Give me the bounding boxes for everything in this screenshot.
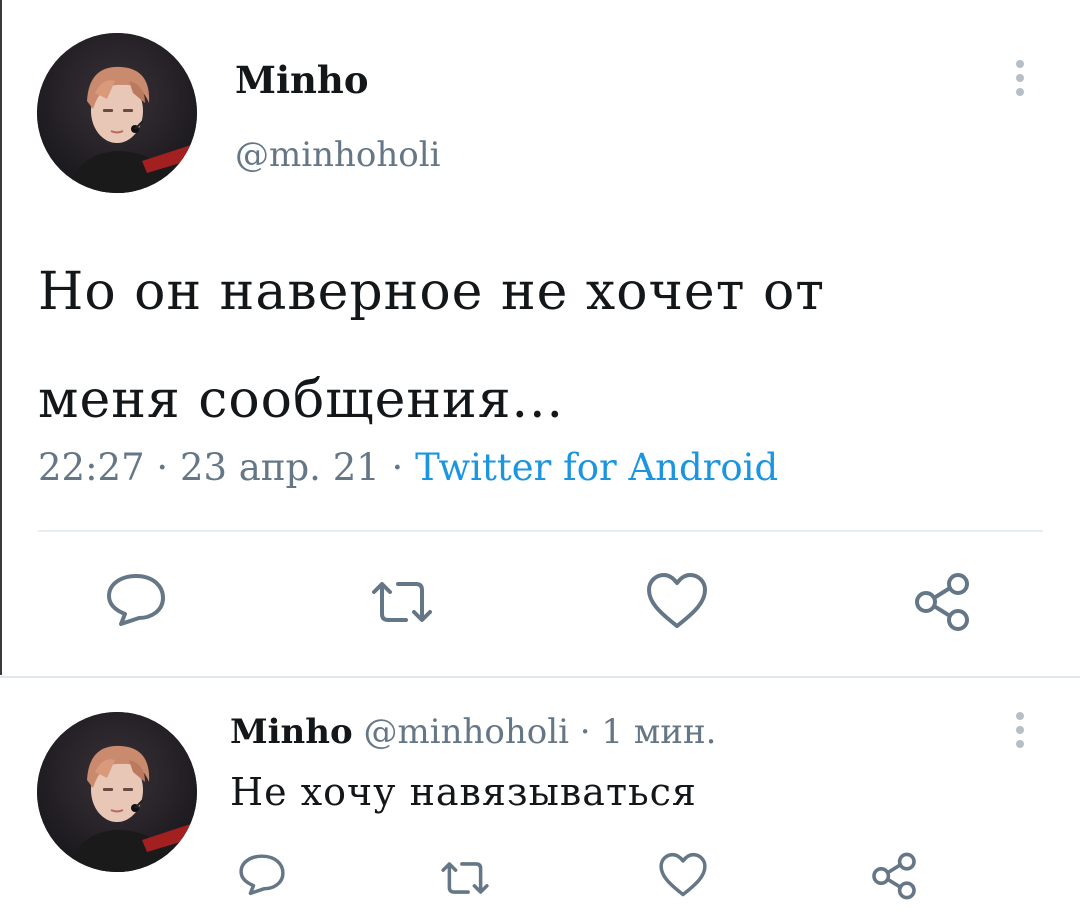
reply-bubble-icon <box>107 574 165 626</box>
reply-button[interactable] <box>238 852 286 896</box>
retweet-button[interactable] <box>440 860 490 896</box>
tweet-text-line: Но он наверное не хочет от <box>38 262 826 322</box>
tweet-time: 22:27 <box>38 446 145 489</box>
tweet-date: 23 апр. 21 <box>179 446 380 489</box>
share-button[interactable] <box>870 852 918 900</box>
display-name[interactable]: Minho <box>235 58 369 102</box>
reply-button[interactable] <box>105 572 167 626</box>
retweet-icon <box>372 582 432 622</box>
reply-header: Minho @minhoholi · 1 мин. <box>230 712 716 752</box>
avatar-photo-icon <box>37 712 197 872</box>
heart-icon <box>647 573 707 628</box>
tweet-source-link[interactable]: Twitter for Android <box>415 446 778 489</box>
more-vertical-icon[interactable] <box>1010 712 1030 762</box>
share-icon <box>915 573 969 631</box>
section-divider <box>0 676 1080 678</box>
like-button[interactable] <box>658 852 708 898</box>
avatar-photo-icon <box>37 33 197 193</box>
retweet-icon <box>441 862 489 894</box>
meta-separator: · <box>379 446 416 489</box>
tweet-text: Но он наверное не хочет от меня сообщени… <box>38 238 1038 454</box>
tweet-time-ago: 1 мин. <box>601 712 717 752</box>
more-vertical-icon[interactable] <box>1010 60 1030 110</box>
retweet-button[interactable] <box>370 580 434 624</box>
divider <box>38 530 1043 532</box>
tweet-text-line: меня сообщения... <box>38 370 565 430</box>
avatar[interactable] <box>37 33 197 193</box>
tweet-text: Не хочу навязываться <box>230 770 697 814</box>
main-tweet: Minho @minhoholi Но он наверное не хочет… <box>0 0 1080 676</box>
display-name[interactable]: Minho <box>230 712 353 752</box>
heart-icon <box>659 852 707 897</box>
reply-bubble-icon <box>239 854 285 896</box>
tweet-meta: 22:27 · 23 апр. 21 · Twitter for Android <box>38 446 778 489</box>
user-handle[interactable]: @minhoholi <box>235 135 441 175</box>
meta-separator: · <box>144 446 180 489</box>
meta-separator: · <box>568 712 602 752</box>
share-button[interactable] <box>912 572 972 632</box>
like-button[interactable] <box>645 572 709 630</box>
share-icon <box>872 852 916 900</box>
user-handle[interactable]: @minhoholi <box>363 712 569 752</box>
avatar[interactable] <box>37 712 197 872</box>
